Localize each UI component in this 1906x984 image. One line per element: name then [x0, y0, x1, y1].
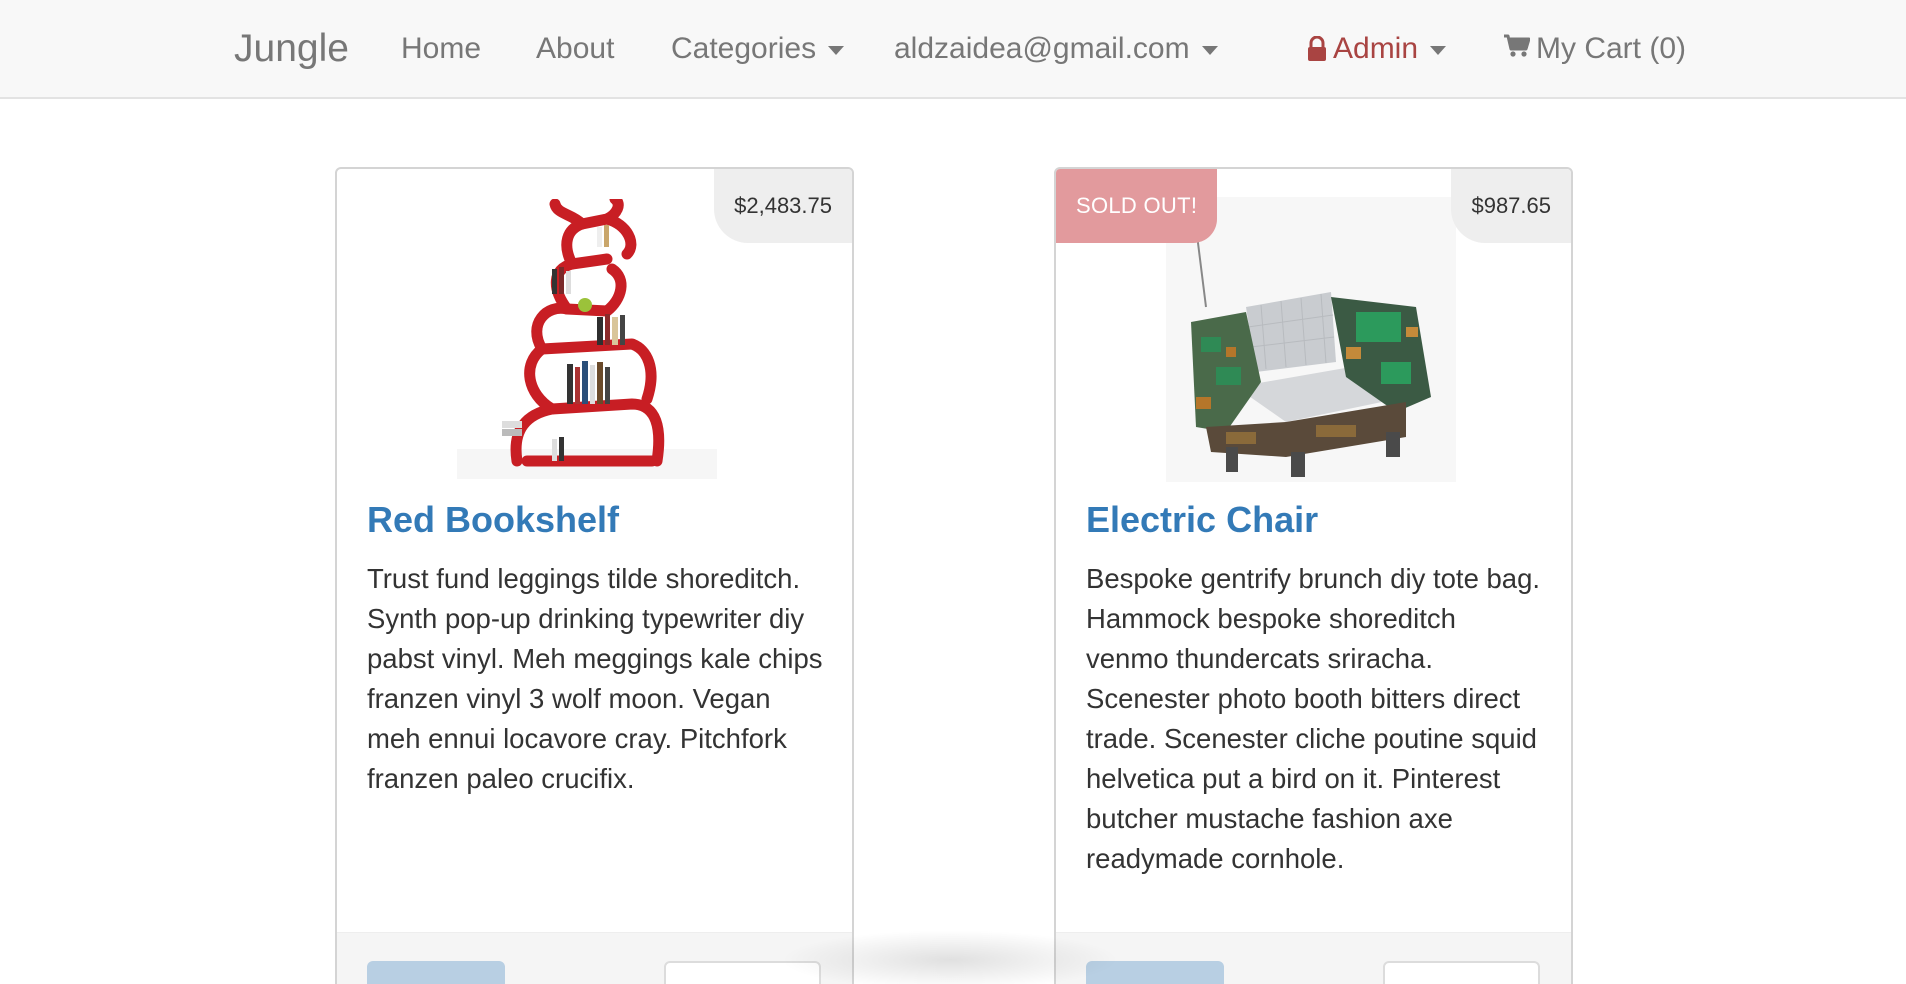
lock-icon: [1307, 35, 1327, 62]
product-description: Trust fund leggings tilde shoreditch. Sy…: [367, 563, 823, 794]
add-to-cart-button[interactable]: [367, 961, 505, 984]
brand-logo-link[interactable]: Jungle: [234, 0, 349, 97]
sold-out-badge: SOLD OUT!: [1056, 169, 1218, 243]
card-footer: [1056, 932, 1571, 984]
product-title-link[interactable]: Electric Chair: [1086, 499, 1318, 541]
price-tag: $987.65: [1451, 169, 1571, 243]
scroll-shadow: [780, 930, 1120, 984]
nav-user-email: aldzaidea@gmail.com: [894, 31, 1190, 65]
product-card: SOLD OUT! $987.65 Electric Chair Bespoke…: [1054, 167, 1573, 984]
caret-down-icon: [1201, 45, 1218, 55]
nav-admin-dropdown[interactable]: Admin: [1307, 0, 1447, 97]
product-card: $2,483.75 Red Bookshelf Trust fund leggi…: [335, 167, 854, 984]
nav-admin-label: Admin: [1333, 31, 1419, 65]
nav-home-link[interactable]: Home: [401, 0, 481, 97]
nav-cart-label: My Cart (0): [1536, 31, 1686, 65]
electric-chair-image[interactable]: [1166, 197, 1456, 482]
caret-down-icon: [828, 45, 845, 55]
nav-user-dropdown[interactable]: aldzaidea@gmail.com: [894, 0, 1218, 97]
nav-about-link[interactable]: About: [536, 0, 614, 97]
nav-categories-dropdown[interactable]: Categories: [671, 0, 845, 97]
details-button[interactable]: [1383, 961, 1540, 984]
price-tag: $2,483.75: [714, 169, 852, 243]
product-description: Bespoke gentrify brunch diy tote bag. Ha…: [1086, 563, 1541, 874]
nav-categories-label: Categories: [671, 31, 817, 65]
red-bookshelf-image[interactable]: [457, 193, 717, 479]
top-navbar: Jungle Home About Categories aldzaidea@g…: [0, 0, 1906, 99]
shopping-cart-icon: [1503, 32, 1531, 66]
product-title-link[interactable]: Red Bookshelf: [367, 499, 619, 541]
caret-down-icon: [1430, 45, 1447, 55]
card-footer: [337, 932, 852, 984]
nav-cart-link[interactable]: My Cart (0): [1503, 0, 1686, 97]
